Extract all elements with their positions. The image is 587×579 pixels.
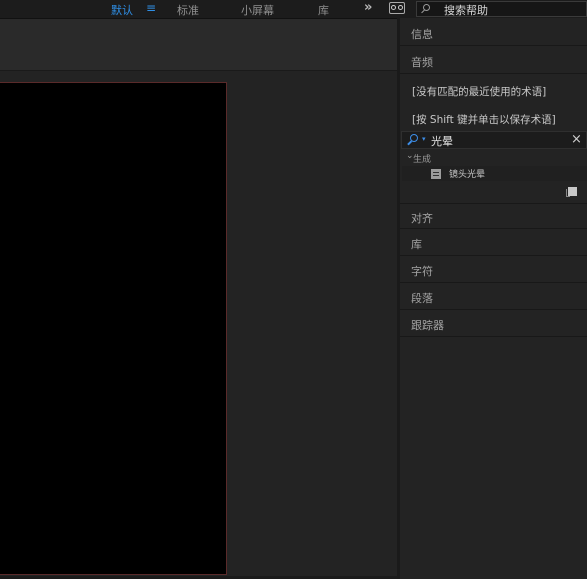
composition-panel-header [0,19,397,71]
effects-search-input[interactable]: ▾ 光晕 × [401,131,587,149]
help-search-input[interactable]: 搜索帮助 [416,1,587,17]
right-panel-stack: 信息 音频 [没有匹配的最近使用的术语] [按 Shift 键并单击以保存术语]… [400,18,587,579]
search-icon [423,4,430,11]
align-panel-header[interactable]: 对齐 [400,203,587,229]
search-icon [410,134,418,142]
info-panel-header[interactable]: 信息 [400,20,587,46]
composition-viewer[interactable] [0,71,397,576]
character-panel-label: 字符 [411,265,433,278]
effect-icon [431,169,441,179]
libraries-panel-header[interactable]: 库 [400,230,587,256]
align-panel-label: 对齐 [411,212,433,225]
workspace-default-tab[interactable]: 默认 [111,2,133,18]
character-panel-header[interactable]: 字符 [400,257,587,283]
effects-hint-shift-save: [按 Shift 键并单击以保存术语] [412,114,556,126]
workspace-bar: 默认 ≡ 标准 小屏幕 库 » 搜索帮助 [0,0,587,19]
tracker-panel-header[interactable]: 跟踪器 [400,311,587,337]
new-bin-icon[interactable] [566,187,577,197]
chevron-double-right-icon[interactable]: » [364,0,373,15]
menu-icon[interactable]: ≡ [146,1,156,15]
effects-hint-no-recent: [没有匹配的最近使用的术语] [412,86,547,98]
audio-panel-header[interactable]: 音频 [400,48,587,74]
effect-list-item[interactable]: 镜头光晕 [402,166,587,181]
tracker-panel-label: 跟踪器 [411,319,444,332]
composition-canvas[interactable] [0,82,227,575]
audio-panel-label: 音频 [411,56,433,69]
effects-category-generate[interactable]: 生成 [413,152,431,165]
workspace-library-tab[interactable]: 库 [318,2,329,18]
search-toggle-icon[interactable] [389,2,405,14]
search-options-caret-icon[interactable]: ▾ [422,135,426,143]
effects-search-value: 光晕 [431,135,453,148]
paragraph-panel-header[interactable]: 段落 [400,284,587,310]
help-search-placeholder: 搜索帮助 [444,4,488,17]
workspace-small-screen-tab[interactable]: 小屏幕 [241,2,274,18]
libraries-panel-label: 库 [411,238,422,251]
paragraph-panel-label: 段落 [411,292,433,305]
info-panel-label: 信息 [411,28,433,41]
close-icon[interactable]: × [571,132,582,147]
composition-panel [0,19,397,579]
effect-lens-flare-label: 镜头光晕 [449,170,486,180]
workspace-standard-tab[interactable]: 标准 [177,2,199,18]
